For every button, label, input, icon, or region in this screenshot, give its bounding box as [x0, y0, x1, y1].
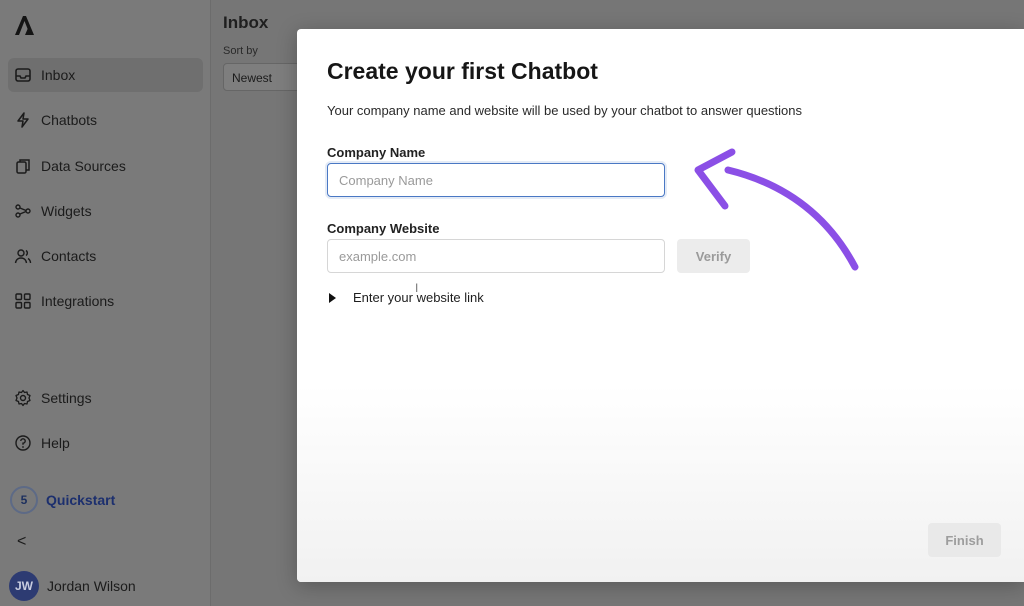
sidebar-item-settings[interactable]: Settings: [8, 381, 203, 415]
user-profile[interactable]: JW Jordan Wilson: [9, 571, 136, 601]
sidebar-bottom-nav: Settings Help: [8, 381, 203, 472]
sidebar-nav: Inbox Chatbots Data Sources Widgets Cont…: [8, 58, 203, 330]
sidebar-item-label: Settings: [41, 390, 92, 406]
quickstart-progress-badge: 5: [10, 486, 38, 514]
sidebar-item-label: Widgets: [41, 202, 92, 219]
page-title: Inbox: [223, 13, 269, 32]
annotation-arrow-icon: [694, 148, 859, 271]
text-cursor-icon: I: [415, 281, 419, 295]
company-website-label: Company Website: [327, 221, 440, 236]
widgets-icon: [15, 204, 31, 218]
help-icon: [15, 435, 31, 451]
disclosure-label: Enter your website link: [353, 290, 484, 305]
grid-icon: [15, 293, 31, 310]
sort-label: Sort by: [223, 45, 258, 57]
sidebar-item-contacts[interactable]: Contacts: [8, 239, 203, 273]
create-chatbot-modal: Create your first Chatbot Your company n…: [297, 29, 1024, 582]
lightning-icon: [17, 112, 29, 129]
user-name: Jordan Wilson: [47, 578, 136, 594]
sidebar-item-label: Data Sources: [41, 157, 126, 174]
collapse-sidebar-button[interactable]: <: [17, 533, 26, 551]
sidebar-item-label: Integrations: [41, 293, 115, 310]
company-website-input[interactable]: [327, 239, 665, 273]
sidebar-item-widgets[interactable]: Widgets: [8, 194, 203, 228]
sidebar-item-data-sources[interactable]: Data Sources: [8, 149, 203, 183]
modal-subtitle: Your company name and website will be us…: [327, 103, 803, 118]
modal-title: Create your first Chatbot: [327, 58, 598, 84]
website-link-disclosure[interactable]: Enter your website link: [329, 290, 484, 305]
finish-button[interactable]: Finish: [928, 523, 1001, 557]
avatar: JW: [9, 571, 39, 601]
inbox-icon: [15, 68, 31, 82]
quickstart-item[interactable]: 5 Quickstart: [10, 486, 115, 514]
sidebar-item-integrations[interactable]: Integrations: [8, 284, 203, 318]
sidebar-item-label: Chatbots: [41, 112, 98, 129]
contacts-icon: [14, 249, 32, 264]
modal-footer-area: [297, 384, 1024, 582]
disclosure-triangle-icon: [329, 292, 336, 303]
sort-select[interactable]: Newest: [223, 63, 303, 91]
documents-icon: [16, 158, 30, 174]
company-name-input[interactable]: [327, 163, 665, 197]
sidebar-item-help[interactable]: Help: [8, 426, 203, 460]
company-name-label: Company Name: [327, 145, 426, 160]
sidebar-item-label: Contacts: [41, 248, 97, 265]
sidebar: Inbox Chatbots Data Sources Widgets Cont…: [0, 0, 211, 606]
quickstart-label: Quickstart: [46, 492, 116, 508]
sidebar-item-inbox[interactable]: Inbox: [8, 58, 203, 92]
app-logo-icon[interactable]: [12, 12, 38, 38]
sidebar-item-label: Inbox: [41, 67, 76, 83]
gear-icon: [15, 389, 31, 407]
sidebar-item-label: Help: [41, 435, 70, 452]
sidebar-item-chatbots[interactable]: Chatbots: [8, 103, 203, 137]
